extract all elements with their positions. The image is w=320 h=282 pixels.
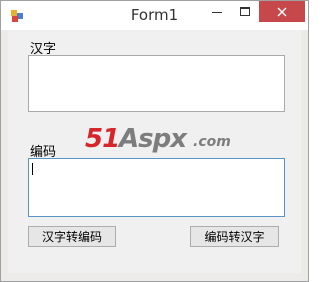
form-client-area: 汉字 51 Aspx .com 编码 汉字转编码 编码转汉字 — [8, 30, 301, 273]
form1-window: Form1 汉字 51 Aspx .com 编码 汉字转编码 编码转汉字 — [0, 0, 309, 282]
maximize-icon — [240, 6, 250, 16]
close-icon — [277, 7, 287, 16]
code-textbox[interactable] — [28, 158, 285, 217]
maximize-button[interactable] — [231, 1, 259, 22]
watermark-tld: .com — [193, 134, 231, 150]
title-bar[interactable]: Form1 — [1, 1, 308, 30]
text-caret — [32, 163, 33, 175]
minimize-icon — [212, 11, 222, 13]
minimize-button[interactable] — [203, 1, 231, 22]
watermark-num: 51 — [85, 124, 120, 154]
hanzi-textbox[interactable] — [28, 55, 285, 112]
hanzi-to-code-button[interactable]: 汉字转编码 — [28, 226, 116, 247]
watermark-word: Aspx — [119, 124, 187, 154]
close-button[interactable] — [259, 1, 305, 22]
code-to-hanzi-button[interactable]: 编码转汉字 — [190, 226, 279, 247]
site-watermark: 51 Aspx .com — [85, 124, 235, 154]
